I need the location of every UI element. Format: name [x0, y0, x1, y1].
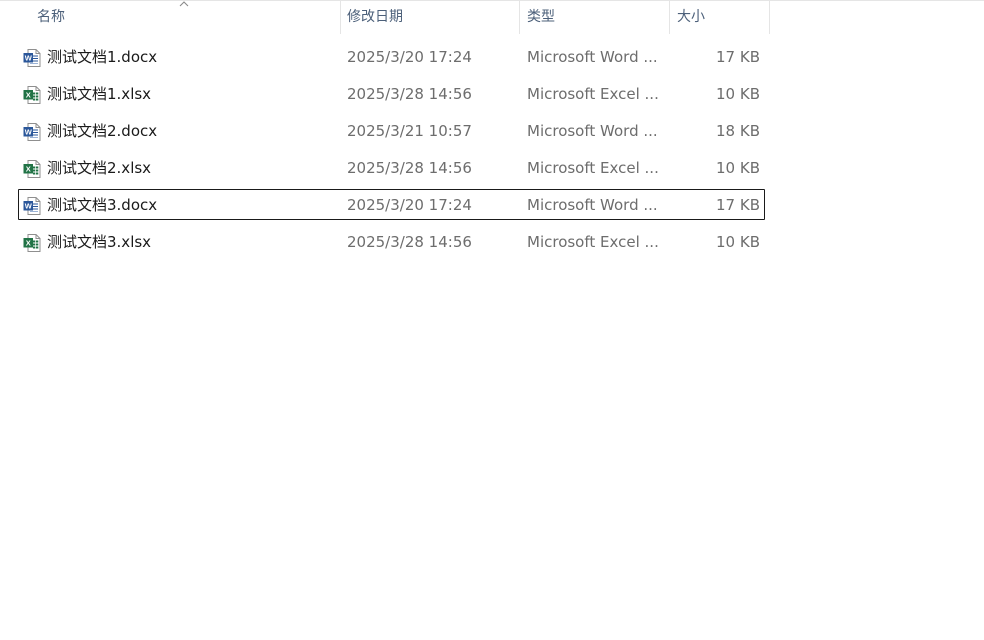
- svg-text:W: W: [25, 54, 33, 63]
- svg-text:X: X: [26, 239, 31, 248]
- file-explorer: 名称 修改日期 类型 大小 W 测试文档1.docx 2025/3/20 17:24…: [0, 0, 984, 640]
- svg-text:W: W: [25, 128, 33, 137]
- file-size: 10 KB: [716, 159, 760, 177]
- file-row[interactable]: W 测试文档3.docx 2025/3/20 17:24 Microsoft Word…: [0, 187, 770, 224]
- word-document-icon: W: [22, 196, 42, 216]
- file-name: 测试文档1.xlsx: [47, 85, 152, 103]
- file-name: 测试文档1.docx: [47, 48, 158, 66]
- file-type: Microsoft Excel ...: [527, 159, 659, 177]
- file-size: 17 KB: [716, 196, 760, 214]
- excel-workbook-icon: X: [22, 85, 42, 105]
- file-name: 测试文档2.docx: [47, 122, 158, 140]
- file-type: Microsoft Word ...: [527, 122, 658, 140]
- column-header-name[interactable]: 名称: [0, 0, 340, 34]
- file-modified-date: 2025/3/20 17:24: [347, 48, 472, 66]
- file-size: 18 KB: [716, 122, 760, 140]
- column-header-bar: 名称 修改日期 类型 大小: [0, 0, 770, 34]
- word-document-icon: W: [22, 122, 42, 142]
- file-type: Microsoft Word ...: [527, 48, 658, 66]
- file-size: 10 KB: [716, 233, 760, 251]
- file-type: Microsoft Excel ...: [527, 85, 659, 103]
- column-divider[interactable]: [769, 0, 770, 34]
- file-modified-date: 2025/3/28 14:56: [347, 159, 472, 177]
- svg-text:W: W: [25, 202, 33, 211]
- sort-ascending-icon: [179, 1, 189, 7]
- file-type: Microsoft Word ...: [527, 196, 658, 214]
- file-type: Microsoft Excel ...: [527, 233, 659, 251]
- excel-workbook-icon: X: [22, 233, 42, 253]
- column-header-modified[interactable]: 修改日期: [341, 0, 519, 34]
- file-row[interactable]: X 测试文档2.xlsx 2025/3/28 14:56 Microsoft Exce…: [0, 150, 770, 187]
- file-list: W 测试文档1.docx 2025/3/20 17:24 Microsoft Word…: [0, 39, 770, 261]
- excel-workbook-icon: X: [22, 159, 42, 179]
- word-document-icon: W: [22, 48, 42, 68]
- file-row[interactable]: W 测试文档1.docx 2025/3/20 17:24 Microsoft Word…: [0, 39, 770, 76]
- svg-text:X: X: [26, 91, 31, 100]
- file-name: 测试文档3.xlsx: [47, 233, 152, 251]
- file-row[interactable]: W 测试文档2.docx 2025/3/21 10:57 Microsoft Word…: [0, 113, 770, 150]
- file-modified-date: 2025/3/28 14:56: [347, 233, 472, 251]
- file-row[interactable]: X 测试文档3.xlsx 2025/3/28 14:56 Microsoft Exce…: [0, 224, 770, 261]
- file-modified-date: 2025/3/21 10:57: [347, 122, 472, 140]
- column-header-type[interactable]: 类型: [520, 0, 669, 34]
- column-header-size[interactable]: 大小: [670, 0, 769, 34]
- file-name: 测试文档2.xlsx: [47, 159, 152, 177]
- file-row[interactable]: X 测试文档1.xlsx 2025/3/28 14:56 Microsoft Exce…: [0, 76, 770, 113]
- file-size: 10 KB: [716, 85, 760, 103]
- svg-text:X: X: [26, 165, 31, 174]
- file-size: 17 KB: [716, 48, 760, 66]
- file-modified-date: 2025/3/28 14:56: [347, 85, 472, 103]
- file-name: 测试文档3.docx: [47, 196, 158, 214]
- file-modified-date: 2025/3/20 17:24: [347, 196, 472, 214]
